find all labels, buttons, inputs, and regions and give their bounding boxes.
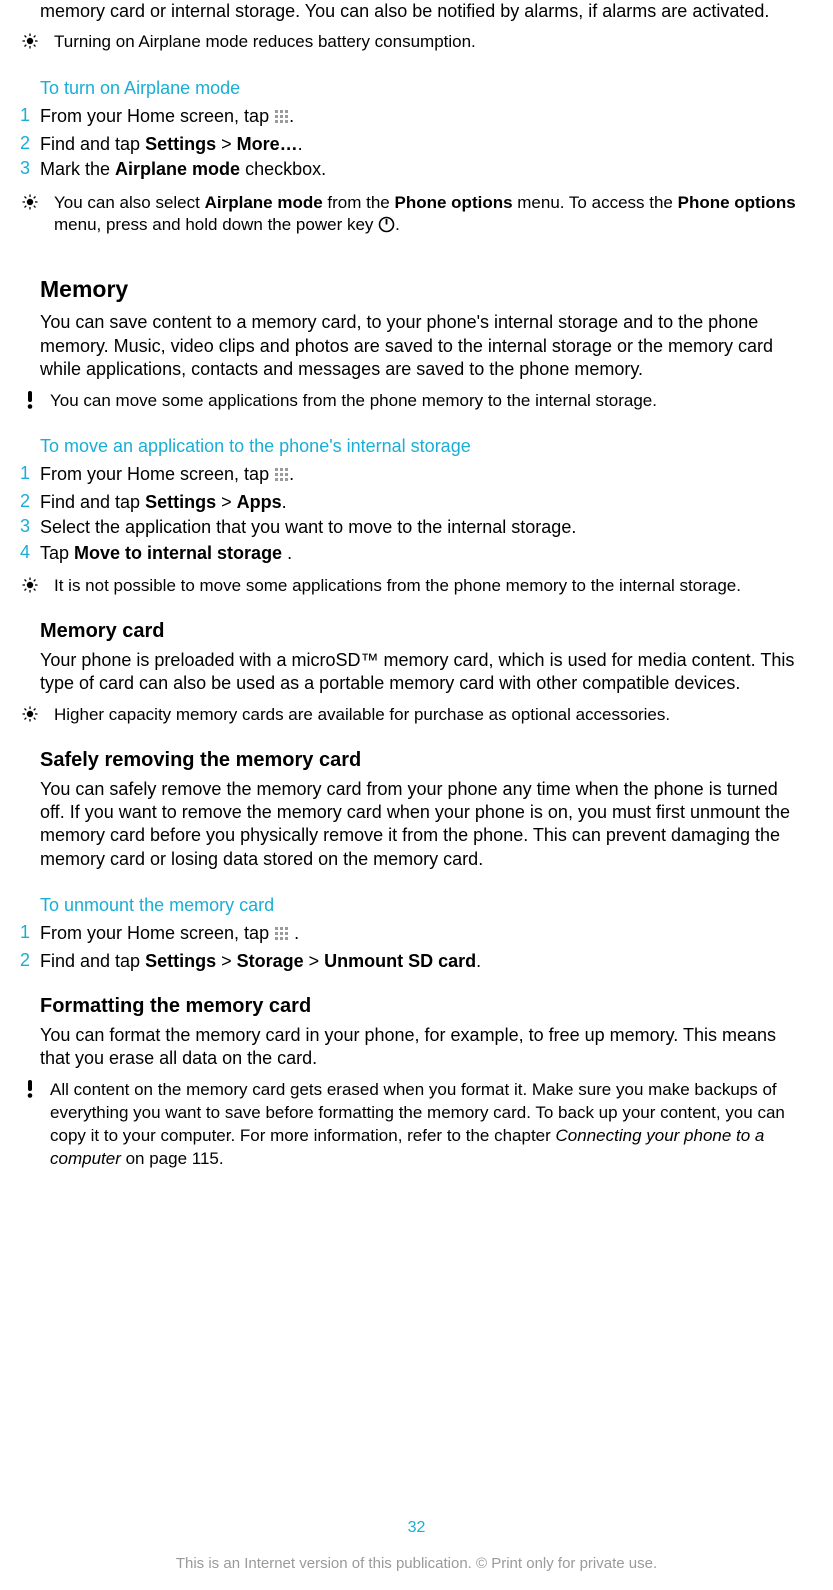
apps-grid-icon bbox=[274, 465, 289, 488]
step-text: From your Home screen, tap . bbox=[40, 922, 299, 947]
step-row: 2 Find and tap Settings > More…. bbox=[20, 133, 797, 156]
bulb-icon bbox=[20, 31, 40, 49]
safely-body: You can safely remove the memory card fr… bbox=[40, 778, 797, 872]
step-row: 2 Find and tap Settings > Apps. bbox=[20, 491, 797, 514]
step-row: 3 Mark the Airplane mode checkbox. bbox=[20, 158, 797, 181]
procedure-title-unmount: To unmount the memory card bbox=[40, 895, 797, 916]
step-row: 1 From your Home screen, tap . bbox=[20, 463, 797, 488]
procedure-title-move-app: To move an application to the phone's in… bbox=[40, 436, 797, 457]
step-text: Select the application that you want to … bbox=[40, 516, 576, 539]
format-body: You can format the memory card in your p… bbox=[40, 1024, 797, 1071]
tip-phone-options: You can also select Airplane mode from t… bbox=[20, 192, 797, 241]
note-format-warning: All content on the memory card gets eras… bbox=[20, 1079, 797, 1171]
step-text: Find and tap Settings > Storage > Unmoun… bbox=[40, 950, 481, 973]
step-number: 2 bbox=[20, 491, 40, 514]
apps-grid-icon bbox=[274, 107, 289, 130]
step-row: 1 From your Home screen, tap . bbox=[20, 105, 797, 130]
tip-text: You can also select Airplane mode from t… bbox=[54, 192, 797, 241]
exclamation-icon bbox=[20, 390, 40, 409]
power-icon bbox=[378, 216, 395, 240]
heading-memory-card: Memory card bbox=[40, 620, 797, 643]
step-number: 1 bbox=[20, 922, 40, 947]
tip-text: It is not possible to move some applicat… bbox=[54, 575, 741, 598]
step-number: 3 bbox=[20, 158, 40, 181]
step-row: 2 Find and tap Settings > Storage > Unmo… bbox=[20, 950, 797, 973]
step-number: 1 bbox=[20, 105, 40, 130]
step-row: 3 Select the application that you want t… bbox=[20, 516, 797, 539]
step-text: Find and tap Settings > More…. bbox=[40, 133, 303, 156]
apps-grid-icon bbox=[274, 924, 289, 947]
step-text: Mark the Airplane mode checkbox. bbox=[40, 158, 326, 181]
step-text: Find and tap Settings > Apps. bbox=[40, 491, 287, 514]
note-text: You can move some applications from the … bbox=[50, 390, 657, 413]
bulb-icon bbox=[20, 704, 40, 722]
memcard-body: Your phone is preloaded with a microSD™ … bbox=[40, 649, 797, 696]
tip-text: Higher capacity memory cards are availab… bbox=[54, 704, 670, 727]
tip-cannot-move: It is not possible to move some applicat… bbox=[20, 575, 797, 598]
step-number: 2 bbox=[20, 133, 40, 156]
step-number: 4 bbox=[20, 542, 40, 565]
exclamation-icon bbox=[20, 1079, 40, 1098]
tip-higher-capacity: Higher capacity memory cards are availab… bbox=[20, 704, 797, 727]
step-text: Tap Move to internal storage . bbox=[40, 542, 292, 565]
heading-memory: Memory bbox=[40, 276, 797, 303]
memory-body: You can save content to a memory card, t… bbox=[40, 311, 797, 381]
step-row: 4 Tap Move to internal storage . bbox=[20, 542, 797, 565]
note-move-apps: You can move some applications from the … bbox=[20, 390, 797, 413]
footer-text: This is an Internet version of this publ… bbox=[0, 1555, 833, 1572]
bulb-icon bbox=[20, 192, 40, 210]
procedure-title-airplane: To turn on Airplane mode bbox=[40, 78, 797, 99]
page-footer: 32 This is an Internet version of this p… bbox=[0, 1519, 833, 1572]
note-text: All content on the memory card gets eras… bbox=[50, 1079, 797, 1171]
heading-safely-remove: Safely removing the memory card bbox=[40, 749, 797, 772]
tip-text: Turning on Airplane mode reduces battery… bbox=[54, 31, 476, 54]
heading-formatting: Formatting the memory card bbox=[40, 995, 797, 1018]
step-number: 2 bbox=[20, 950, 40, 973]
step-number: 3 bbox=[20, 516, 40, 539]
bulb-icon bbox=[20, 575, 40, 593]
step-row: 1 From your Home screen, tap . bbox=[20, 922, 797, 947]
step-number: 1 bbox=[20, 463, 40, 488]
intro-fragment: memory card or internal storage. You can… bbox=[40, 0, 797, 23]
step-text: From your Home screen, tap . bbox=[40, 463, 294, 488]
step-text: From your Home screen, tap . bbox=[40, 105, 294, 130]
tip-airplane-battery: Turning on Airplane mode reduces battery… bbox=[20, 31, 797, 54]
page-number: 32 bbox=[0, 1519, 833, 1537]
